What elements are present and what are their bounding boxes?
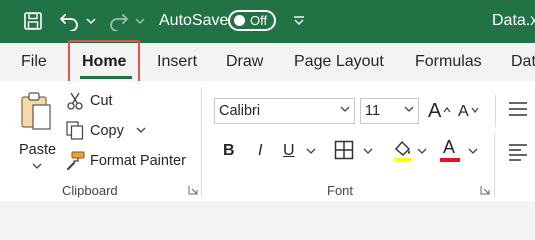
decrease-font-size-glyph: A — [458, 103, 469, 120]
format-painter-button[interactable]: Format Painter — [66, 150, 190, 172]
home-tab-highlight-box — [68, 40, 140, 85]
tab-draw[interactable]: Draw — [226, 52, 263, 72]
tab-formulas[interactable]: Formulas — [415, 52, 482, 72]
autosave-toggle[interactable]: Off — [228, 10, 276, 31]
font-color-dropdown-chevron-icon[interactable] — [468, 147, 478, 158]
font-name-chevron-icon — [340, 105, 350, 116]
font-alignment-divider — [495, 95, 496, 127]
align-left-icon[interactable] — [508, 143, 528, 166]
autosave-label: AutoSave — [159, 12, 229, 29]
clipboard-group-label: Clipboard — [62, 183, 118, 198]
font-name-value: Calibri — [219, 103, 261, 119]
font-size-chevron-icon — [404, 105, 414, 116]
document-filename: Data.xlsx — [492, 12, 535, 29]
tab-data[interactable]: Data — [511, 52, 535, 72]
format-painter-icon — [66, 151, 85, 175]
fill-color-icon[interactable] — [392, 138, 414, 167]
font-color-glyph: A — [443, 137, 456, 157]
tab-insert[interactable]: Insert — [157, 52, 197, 72]
font-name-dropdown[interactable]: Calibri — [214, 98, 355, 124]
format-painter-label: Format Painter — [90, 153, 186, 169]
caret-down-icon — [471, 100, 479, 118]
font-color-swatch — [440, 158, 460, 162]
font-group-label: Font — [327, 183, 354, 198]
clipboard-font-divider — [201, 87, 202, 197]
bold-button[interactable]: B — [223, 141, 235, 161]
borders-icon[interactable] — [334, 140, 354, 165]
underline-dropdown-chevron-icon[interactable] — [306, 147, 316, 158]
italic-button[interactable]: I — [258, 141, 262, 161]
scissors-icon — [66, 92, 84, 115]
tab-file[interactable]: File — [21, 52, 47, 72]
copy-button[interactable]: Copy — [66, 120, 150, 142]
undo-icon[interactable] — [58, 9, 82, 33]
fill-color-dropdown-chevron-icon[interactable] — [417, 147, 427, 158]
ribbon-home-panel: Paste Cut Copy Format Painter Clipboard … — [0, 81, 535, 201]
decrease-font-size-button[interactable]: A — [458, 99, 482, 123]
font-size-dropdown[interactable]: 11 — [360, 98, 419, 124]
tab-page-layout[interactable]: Page Layout — [294, 52, 384, 72]
copy-dropdown-chevron-icon[interactable] — [136, 126, 146, 137]
cut-label: Cut — [90, 93, 113, 109]
font-group-divider — [494, 133, 495, 197]
save-icon[interactable] — [22, 9, 44, 33]
title-bar: AutoSave Off Data.xlsx — [0, 0, 535, 43]
font-color-button[interactable]: A — [440, 137, 462, 163]
copy-label: Copy — [90, 123, 124, 139]
increase-font-size-button[interactable]: A — [428, 99, 452, 123]
autosave-state: Off — [250, 13, 268, 28]
cut-button[interactable]: Cut — [66, 91, 126, 113]
paste-icon — [20, 91, 52, 136]
underline-button[interactable]: U — [283, 141, 295, 161]
copy-icon — [66, 121, 84, 145]
clipboard-dialog-launcher-icon[interactable] — [188, 185, 198, 197]
align-top-icon[interactable] — [508, 101, 528, 122]
redo-icon[interactable] — [106, 9, 130, 33]
font-dialog-launcher-icon[interactable] — [480, 185, 490, 197]
paste-button[interactable]: Paste — [14, 89, 58, 179]
caret-up-icon — [443, 100, 451, 118]
font-size-value: 11 — [365, 103, 381, 119]
undo-dropdown-chevron-icon[interactable] — [85, 9, 97, 33]
increase-font-size-glyph: A — [428, 100, 442, 122]
redo-dropdown-chevron-icon[interactable] — [134, 9, 146, 33]
paste-label: Paste — [19, 142, 57, 158]
paste-dropdown-chevron-icon[interactable] — [32, 162, 42, 173]
borders-dropdown-chevron-icon[interactable] — [363, 147, 373, 158]
customize-quick-access-icon[interactable] — [292, 9, 306, 33]
toggle-knob — [234, 15, 245, 26]
